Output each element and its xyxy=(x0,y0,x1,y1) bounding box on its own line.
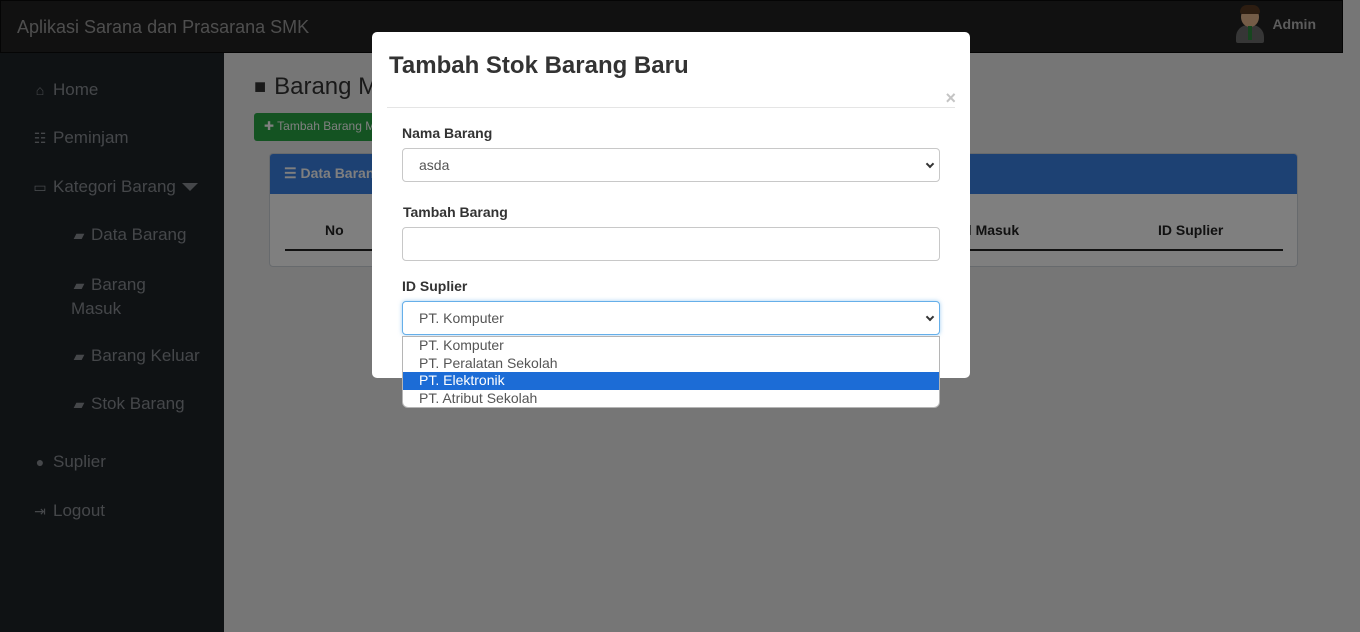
nama-barang-select[interactable]: asda xyxy=(402,148,940,182)
add-stock-modal: Tambah Stok Barang Baru × Nama Barang as… xyxy=(372,32,970,378)
nama-barang-label: Nama Barang xyxy=(402,125,493,141)
nama-barang-value: asda xyxy=(419,157,450,173)
option-pt-komputer[interactable]: PT. Komputer xyxy=(403,337,939,355)
modal-divider xyxy=(387,107,955,108)
tambah-barang-input[interactable] xyxy=(402,227,940,261)
option-pt-peralatan-sekolah[interactable]: PT. Peralatan Sekolah xyxy=(403,355,939,373)
id-suplier-label: ID Suplier xyxy=(402,278,468,294)
tambah-barang-label: Tambah Barang xyxy=(403,204,508,220)
chevron-down-icon xyxy=(925,159,935,169)
option-pt-elektronik[interactable]: PT. Elektronik xyxy=(403,372,939,390)
id-suplier-select[interactable]: PT. Komputer xyxy=(402,301,940,335)
chevron-down-icon xyxy=(925,312,935,322)
close-icon[interactable]: × xyxy=(945,88,956,109)
modal-title: Tambah Stok Barang Baru xyxy=(389,52,689,79)
id-suplier-options: PT. Komputer PT. Peralatan Sekolah PT. E… xyxy=(402,336,940,408)
option-pt-atribut-sekolah[interactable]: PT. Atribut Sekolah xyxy=(403,390,939,408)
id-suplier-value: PT. Komputer xyxy=(419,310,504,326)
